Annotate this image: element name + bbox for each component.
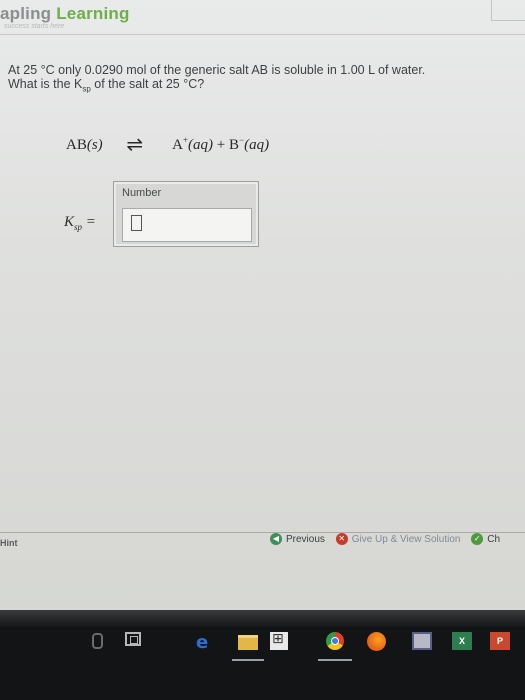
dissolution-equation: AB(s) ⇌ A+(aq) + B−(aq) — [66, 130, 270, 156]
question-line-1: At 25 °C only 0.0290 mol of the generic … — [8, 63, 426, 77]
brand-prefix: apling — [0, 4, 52, 23]
equation-cation-phase: (aq) — [188, 137, 214, 153]
equation-anion: B — [229, 137, 240, 153]
sapling-logo: apling Learning success starts here — [0, 4, 130, 30]
explorer-active-indicator — [232, 659, 264, 661]
chrome-active-indicator — [318, 659, 352, 661]
windows-taskbar — [0, 610, 525, 700]
equation-reactant: AB — [66, 137, 87, 153]
check-answer-button[interactable]: ✓ Ch — [471, 533, 500, 545]
chrome-icon[interactable] — [326, 632, 344, 650]
give-up-label: Give Up & View Solution — [351, 533, 461, 545]
powerpoint-icon[interactable]: P — [490, 632, 510, 650]
equation-cation: A — [172, 137, 183, 153]
microphone-icon[interactable] — [92, 633, 103, 649]
hint-link[interactable]: Hint — [0, 538, 18, 548]
ksp-label: Ksp = — [64, 214, 96, 232]
header-corner-box — [491, 0, 525, 21]
task-view-icon[interactable] — [125, 632, 141, 646]
brand-suffix: Learning — [56, 4, 130, 23]
header-divider — [0, 34, 525, 35]
app-icon[interactable] — [412, 632, 432, 650]
give-up-button[interactable]: ✕ Give Up & View Solution — [335, 533, 461, 545]
store-icon[interactable] — [270, 631, 288, 650]
browser-page: apling Learning success starts here At 2… — [0, 0, 525, 610]
check-label: Ch — [487, 533, 501, 545]
equation-reactant-phase: (s) — [86, 137, 103, 153]
equation-anion-phase: (aq) — [244, 137, 270, 153]
file-explorer-icon[interactable] — [238, 635, 258, 650]
give-up-icon: ✕ — [335, 533, 348, 545]
previous-button[interactable]: ◀ Previous — [270, 533, 325, 545]
question-line-2: What is the Ksp of the salt at 25 °C? — [8, 77, 205, 94]
footer-buttons: ◀ Previous ✕ Give Up & View Solution ✓ Ch — [270, 533, 508, 545]
equation-plus: + — [213, 137, 230, 153]
check-icon: ✓ — [471, 533, 484, 545]
firefox-icon[interactable] — [367, 632, 386, 651]
back-arrow-icon: ◀ — [270, 533, 282, 545]
question-text: At 25 °C only 0.0290 mol of the generic … — [8, 63, 518, 97]
brand-tagline: success starts here — [4, 23, 65, 30]
text-cursor-icon — [131, 215, 142, 231]
equilibrium-arrow-icon: ⇌ — [126, 134, 144, 156]
answer-input[interactable] — [122, 208, 252, 242]
previous-label: Previous — [286, 533, 325, 545]
edge-icon[interactable]: e — [196, 632, 208, 653]
excel-icon[interactable]: X — [452, 632, 472, 650]
answer-label: Number — [122, 187, 162, 199]
answer-box: Number — [113, 181, 259, 247]
